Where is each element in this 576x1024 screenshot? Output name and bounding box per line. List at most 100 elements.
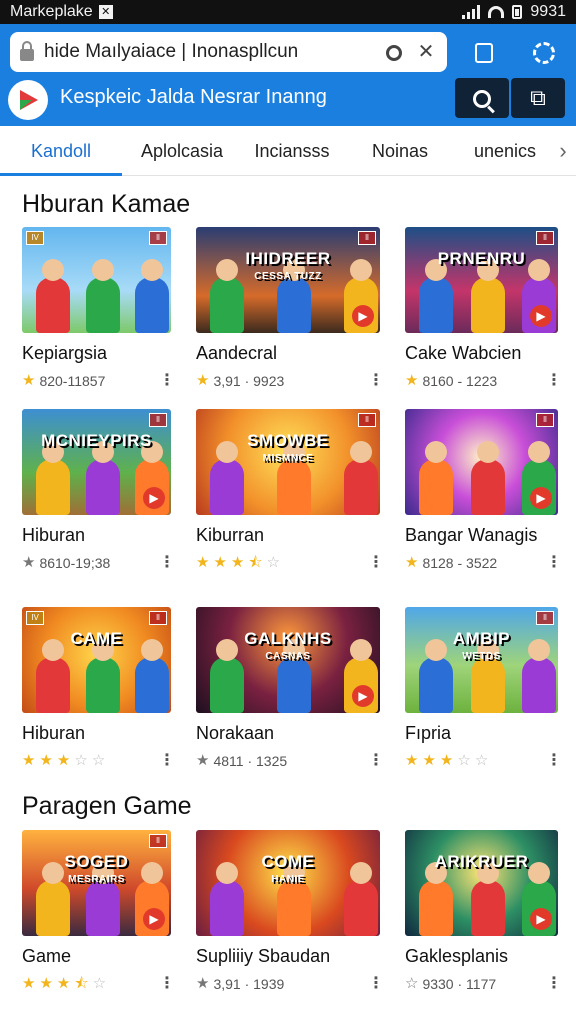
play-badge-icon: ▶	[530, 305, 552, 327]
app-meta: ★ ★ ★ ⯪ ☆ ⋮	[196, 554, 384, 572]
app-title[interactable]: Aandecral	[196, 343, 380, 364]
app-thumbnail[interactable]: PRNENRU ll ▶	[405, 227, 558, 333]
app-card[interactable]: AMBIP WETDS ll Fıpria ★ ★ ★ ☆ ☆ ⋮	[405, 607, 562, 770]
url-text[interactable]: hide Maılyaiace | Inonaspllcun	[44, 41, 373, 63]
search-button[interactable]	[455, 78, 509, 118]
app-card[interactable]: GALKNHS CASNAS ▶ Norakaan ★ 4811 · 1325 …	[196, 607, 384, 770]
app-thumbnail[interactable]: CAME IV ll	[22, 607, 171, 713]
download-count: 9330 · 1177	[422, 976, 497, 992]
star-icon: ☆	[457, 752, 471, 769]
star-icon: ☆	[405, 975, 419, 992]
app-card[interactable]: MCNIEYPIRS ll ▶ Hiburan ★ 8610-19;38 ⋮	[22, 409, 175, 572]
app-thumbnail[interactable]: ARIKRUER ▶	[405, 830, 558, 936]
close-icon[interactable]: ✕	[415, 41, 437, 63]
tab-noinas[interactable]: Noinas	[342, 126, 458, 176]
more-options-icon[interactable]: ⋮	[546, 753, 562, 769]
app-thumbnail[interactable]: IHIDREER CESSA TUZZ ll ▶	[196, 227, 380, 333]
app-card[interactable]: IV ll Kepiargsia ★ 820-11857 ⋮	[22, 227, 175, 390]
character-figure	[85, 862, 120, 936]
star-icon: ★	[230, 554, 245, 571]
more-options-icon[interactable]: ⋮	[368, 976, 384, 992]
thumbnail-subtitle-art: HANIE	[271, 874, 305, 885]
star-icon: ★	[405, 752, 419, 769]
app-thumbnail[interactable]: MCNIEYPIRS ll ▶	[22, 409, 171, 515]
app-card[interactable]: CAME IV ll Hiburan ★ ★ ★ ☆ ☆ ⋮	[22, 607, 175, 770]
more-options-icon[interactable]: ⋮	[368, 373, 384, 389]
app-card[interactable]: ARIKRUER ▶ Gaklesplanis ☆ 9330 · 1177 ⋮	[405, 830, 562, 993]
url-bar[interactable]: hide Maılyaiace | Inonaspllcun ✕	[10, 32, 447, 72]
star-icon: ★	[56, 975, 71, 992]
star-icon: ★	[405, 554, 419, 571]
app-thumbnail[interactable]: COME HANIE	[196, 830, 380, 936]
app-thumbnail[interactable]: AMBIP WETDS ll	[405, 607, 558, 713]
app-card[interactable]: IHIDREER CESSA TUZZ ll ▶ Aandecral ★ 3,9…	[196, 227, 384, 390]
character-figure	[36, 862, 70, 936]
character-figure	[419, 862, 453, 936]
tabs-button[interactable]	[466, 34, 502, 70]
star-icon: ☆	[92, 975, 107, 992]
app-title[interactable]: Hiburan	[22, 723, 171, 744]
thumbnail-subtitle-art: MISMNCE	[262, 453, 314, 464]
star-icon: ★	[422, 752, 436, 769]
app-title[interactable]: Kiburran	[196, 525, 380, 546]
search-icon[interactable]	[383, 41, 405, 63]
star-icon: ★	[22, 975, 36, 992]
app-thumbnail[interactable]: GALKNHS CASNAS ▶	[196, 607, 380, 713]
star-icon: ★	[405, 372, 419, 389]
more-options-icon[interactable]: ⋮	[159, 373, 175, 389]
tab-aplolcasia[interactable]: Aplolcasia	[122, 126, 242, 176]
more-options-icon[interactable]: ⋮	[368, 753, 384, 769]
app-title[interactable]: Game	[22, 946, 171, 967]
app-title[interactable]: Supliiiy Sbaudan	[196, 946, 380, 967]
app-title[interactable]: Fıpria	[405, 723, 558, 744]
app-title[interactable]: Gaklesplanis	[405, 946, 558, 967]
tab-inciansss[interactable]: Inciansss	[242, 126, 342, 176]
rating-badge-icon: ll	[536, 231, 554, 245]
more-options-icon[interactable]: ⋮	[546, 976, 562, 992]
thumbnail-subtitle-art: CASNAS	[265, 651, 311, 662]
app-thumbnail[interactable]: ll ▶	[405, 409, 558, 515]
more-options-icon[interactable]: ⋮	[159, 976, 175, 992]
more-options-icon[interactable]: ⋮	[159, 555, 175, 571]
app-title[interactable]: Norakaan	[196, 723, 380, 744]
age-badge-icon: IV	[26, 231, 44, 245]
character-figure	[36, 639, 70, 713]
app-thumbnail[interactable]: SMOWBE MISMNCE ll	[196, 409, 380, 515]
tab-kandoll[interactable]: Kandoll	[0, 126, 122, 176]
app-thumbnail[interactable]: SOGED MESRAIRS ll ▶	[22, 830, 171, 936]
app-card[interactable]: PRNENRU ll ▶ Cake Wabcien ★ 8160 - 1223 …	[405, 227, 562, 390]
star-icon: ★	[39, 752, 53, 769]
more-options-icon[interactable]: ⋮	[546, 555, 562, 571]
more-options-icon[interactable]: ⋮	[368, 555, 384, 571]
filter-icon[interactable]: ⧉	[511, 78, 565, 118]
app-meta: ★ ★ ★ ☆ ☆ ⋮	[22, 752, 175, 770]
chevron-right-icon[interactable]: ›	[552, 138, 574, 164]
star-icon: ☆	[91, 752, 106, 769]
thumbnail-subtitle-art: WETDS	[462, 651, 501, 662]
app-card[interactable]: SMOWBE MISMNCE ll Kiburran ★ ★ ★ ⯪ ☆ ⋮	[196, 409, 384, 572]
character-figure	[470, 862, 505, 936]
app-thumbnail[interactable]: IV ll	[22, 227, 171, 333]
character-figure	[419, 441, 453, 515]
more-options-icon[interactable]: ⋮	[546, 373, 562, 389]
app-title[interactable]: Bangar Wanagis	[405, 525, 558, 546]
star-icon: ⯪	[248, 554, 263, 571]
character-figure	[135, 639, 169, 713]
app-meta: ★ 8610-19;38 ⋮	[22, 554, 175, 572]
app-card[interactable]: COME HANIE Supliiiy Sbaudan ★ 3,91 · 193…	[196, 830, 384, 993]
tab-unenics[interactable]: unenics	[458, 126, 552, 176]
rating-badge-icon: ll	[149, 413, 167, 427]
app-title[interactable]: Kepiargsia	[22, 343, 171, 364]
app-meta: ★ 4811 · 1325 ⋮	[196, 752, 384, 770]
settings-gear-icon[interactable]	[526, 34, 562, 70]
store-logo-icon[interactable]	[8, 80, 48, 120]
app-title[interactable]: Cake Wabcien	[405, 343, 558, 364]
more-options-icon[interactable]: ⋮	[159, 753, 175, 769]
app-card[interactable]: SOGED MESRAIRS ll ▶ Game ★ ★ ★ ⯪ ☆ ⋮	[22, 830, 175, 993]
app-meta: ★ ★ ★ ☆ ☆ ⋮	[405, 752, 562, 770]
star-icon: ★	[439, 752, 454, 769]
app-card[interactable]: ll ▶ Bangar Wanagis ★ 8128 - 3522 ⋮	[405, 409, 562, 572]
app-title[interactable]: Hiburan	[22, 525, 171, 546]
app-meta: ★ 8160 - 1223 ⋮	[405, 372, 562, 390]
rating-row: ★ ★ ★ ☆ ☆	[22, 753, 109, 769]
